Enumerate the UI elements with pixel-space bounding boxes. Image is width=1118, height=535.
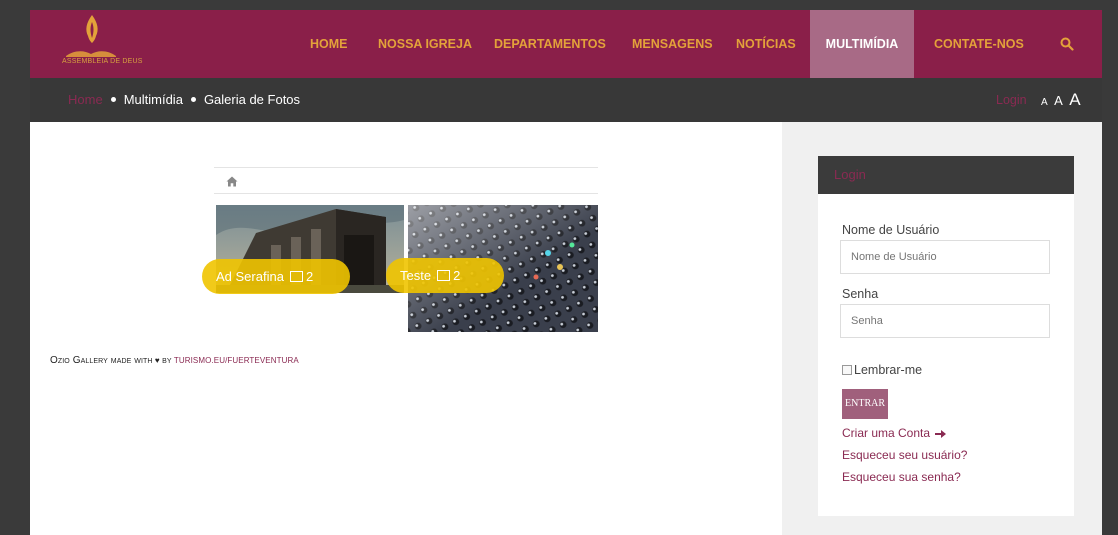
nav-item-noticias[interactable]: NOTÍCIAS: [736, 10, 796, 78]
nav-item-contate-nos[interactable]: CONTATE-NOS: [934, 10, 1024, 78]
nav-item-nossa-igreja[interactable]: NOSSA IGREJA: [378, 10, 472, 78]
book-icon: [66, 51, 116, 57]
remember-checkbox[interactable]: [842, 364, 852, 375]
photo-gallery: Ad Serafina 2 Teste 2: [202, 167, 598, 335]
album-label[interactable]: Ad Serafina 2: [202, 259, 350, 294]
credit-by: by: [162, 355, 172, 366]
breadcrumb: Home Multimídia Galeria de Fotos: [68, 78, 300, 122]
album-tile[interactable]: Teste 2: [386, 205, 598, 332]
breadcrumb-bar: Home Multimídia Galeria de Fotos Login A A…: [30, 78, 1102, 122]
album-tile[interactable]: Ad Serafina 2: [202, 205, 404, 294]
password-label: Senha: [842, 287, 879, 301]
font-size-large[interactable]: A: [1069, 90, 1080, 109]
credit-link[interactable]: turismo.eu/fuerteventura: [174, 356, 299, 365]
breadcrumb-separator: [190, 97, 196, 103]
logo-text: ASSEMBLEIA DE DEUS: [62, 58, 143, 65]
login-title: Login: [818, 156, 1074, 194]
gallery-breadcrumb: [214, 167, 598, 194]
login-submit-button[interactable]: ENTRAR: [842, 389, 888, 419]
create-account-label[interactable]: Criar uma Conta: [842, 426, 930, 440]
main-content: Ad Serafina 2 Teste 2 Ozio Gallery made …: [30, 122, 782, 535]
sidebar: Login Nome de Usuário Senha Lembrar-me E…: [782, 122, 1102, 535]
image-icon: [289, 271, 303, 283]
nav-item-mensagens[interactable]: MENSAGENS: [632, 10, 713, 78]
remember-me[interactable]: Lembrar-me: [842, 363, 922, 377]
heart-icon: ♥: [154, 356, 160, 365]
breadcrumb-home[interactable]: Home: [68, 92, 103, 107]
font-size-controls: A A A: [1041, 78, 1083, 125]
page-frame: ASSEMBLEIA DE DEUS HOME NOSSA IGREJA DEP…: [30, 10, 1102, 535]
album-count: 2: [453, 268, 461, 283]
username-input[interactable]: [840, 240, 1050, 274]
breadcrumb-separator: [110, 97, 116, 103]
album-title[interactable]: Ad Serafina: [216, 269, 284, 284]
search-icon[interactable]: [1060, 37, 1074, 51]
top-navbar: ASSEMBLEIA DE DEUS HOME NOSSA IGREJA DEP…: [30, 10, 1102, 78]
credit-text: Ozio Gallery made with: [50, 355, 153, 366]
nav-item-departamentos[interactable]: DEPARTAMENTOS: [494, 10, 606, 78]
breadcrumb-current: Galeria de Fotos: [203, 92, 301, 107]
forgot-password-link[interactable]: Esqueceu sua senha?: [842, 470, 961, 484]
site-logo[interactable]: ASSEMBLEIA DE DEUS: [60, 14, 142, 70]
font-size-small[interactable]: A: [1041, 97, 1048, 108]
font-size-medium[interactable]: A: [1054, 93, 1063, 108]
arrow-right-icon: [935, 429, 947, 438]
album-title[interactable]: Teste: [400, 268, 431, 283]
breadcrumb-multimidia[interactable]: Multimídia: [124, 92, 183, 107]
flame-icon: [86, 15, 98, 43]
gallery-credit: Ozio Gallery made with ♥ by turismo.eu/f…: [50, 355, 299, 366]
password-input[interactable]: [840, 304, 1050, 338]
header-login-link[interactable]: Login: [996, 78, 1027, 122]
remember-label: Lembrar-me: [854, 363, 923, 377]
album-label[interactable]: Teste 2: [386, 258, 504, 293]
image-icon: [437, 270, 451, 282]
album-count: 2: [305, 269, 314, 284]
nav-item-home[interactable]: HOME: [310, 10, 348, 78]
forgot-username-link[interactable]: Esqueceu seu usuário?: [842, 448, 967, 462]
home-icon[interactable]: [226, 176, 238, 187]
create-account-link[interactable]: Criar uma Conta: [842, 426, 947, 440]
username-label: Nome de Usuário: [842, 223, 940, 237]
login-module: Login Nome de Usuário Senha Lembrar-me E…: [818, 156, 1074, 516]
nav-item-multimidia[interactable]: MULTIMÍDIA: [810, 10, 914, 78]
